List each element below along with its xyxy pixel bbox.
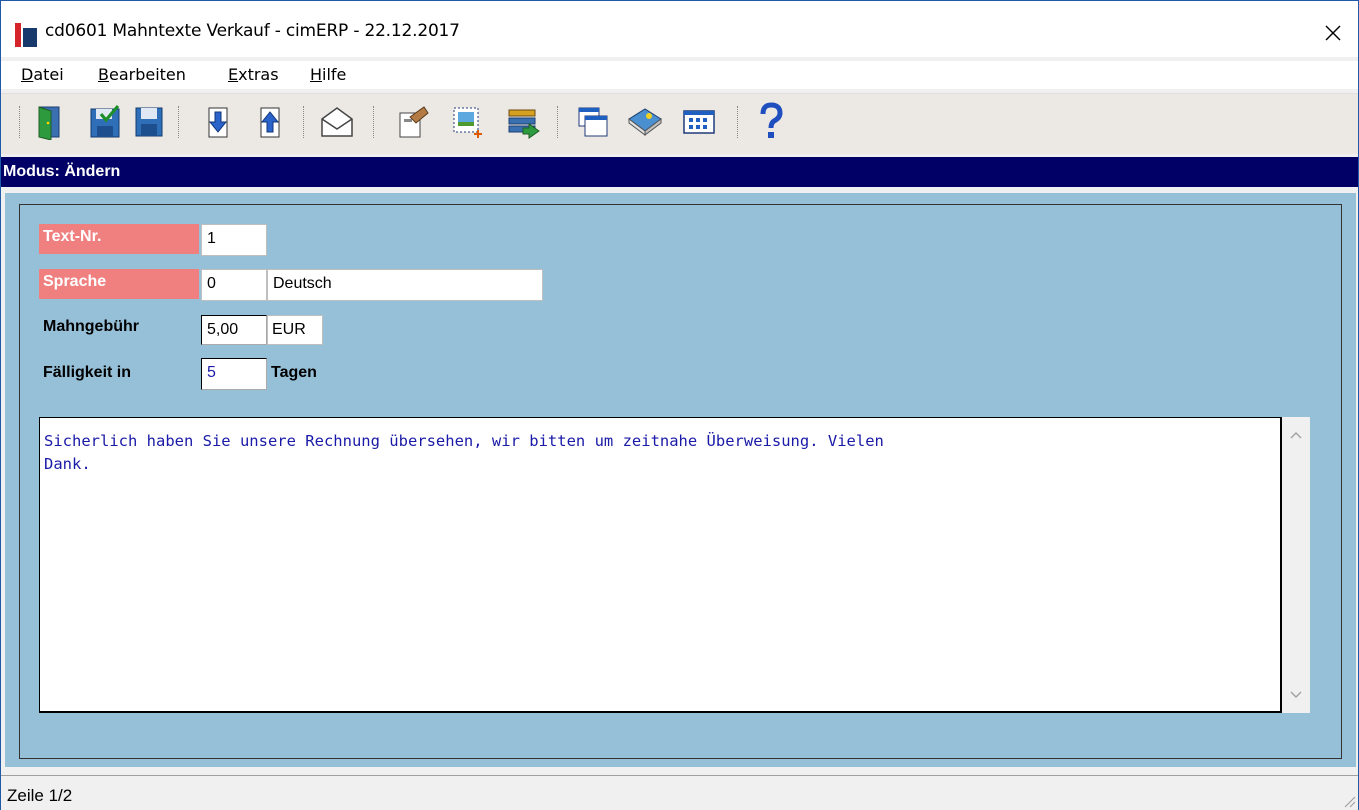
text-nr-field[interactable]: 1 xyxy=(201,224,267,256)
previous-record-icon xyxy=(260,107,280,138)
sprache-name-field: Deutsch xyxy=(267,269,543,301)
book-icon xyxy=(628,108,662,136)
close-button[interactable] xyxy=(1308,15,1358,51)
resize-grip-icon[interactable] xyxy=(1342,794,1356,808)
chevron-up-icon xyxy=(1290,432,1302,439)
sprache-label: Sprache xyxy=(39,269,199,299)
text-nr-label: Text-Nr. xyxy=(39,224,199,254)
edit-hand-icon xyxy=(399,106,429,138)
application-window: cd0601 Mahntexte Verkauf - cimERP - 22.1… xyxy=(0,0,1359,810)
faelligkeit-label: Fälligkeit in xyxy=(43,364,132,381)
transfer-icon xyxy=(508,109,540,139)
scroll-down-button[interactable] xyxy=(1288,689,1304,701)
status-line: Zeile 1/2 xyxy=(7,786,73,805)
transfer-button[interactable] xyxy=(505,102,541,142)
days-unit-label: Tagen xyxy=(271,364,317,381)
grid-icon xyxy=(683,110,715,134)
mail-icon xyxy=(321,107,353,137)
grid-button[interactable] xyxy=(681,102,717,142)
menu-hilfe[interactable]: Hilfe xyxy=(310,63,346,86)
app-logo-icon xyxy=(15,23,37,47)
save-icon xyxy=(135,107,163,137)
menu-datei[interactable]: Datei xyxy=(21,63,64,86)
menu-bar: Datei Bearbeiten Extras Hilfe xyxy=(1,61,1358,89)
mode-bar: Modus: Ändern xyxy=(1,157,1358,187)
previous-record-button[interactable] xyxy=(251,102,287,142)
save-confirm-icon xyxy=(90,104,120,138)
window-title: cd0601 Mahntexte Verkauf - cimERP - 22.1… xyxy=(45,21,460,41)
sprache-code-field[interactable]: 0 xyxy=(201,269,267,301)
reminder-text-area[interactable]: Sicherlich haben Sie unsere Rechnung übe… xyxy=(39,417,1282,713)
windows-icon xyxy=(578,107,608,137)
mahngebuehr-field[interactable]: 5,00 xyxy=(201,315,267,345)
menu-extras[interactable]: Extras xyxy=(228,63,279,86)
title-bar[interactable]: cd0601 Mahntexte Verkauf - cimERP - 22.1… xyxy=(1,1,1358,57)
close-icon xyxy=(1325,25,1341,41)
exit-button[interactable] xyxy=(31,102,67,142)
save-confirm-button[interactable] xyxy=(87,102,123,142)
windows-button[interactable] xyxy=(575,102,611,142)
help-icon xyxy=(760,102,783,138)
text-scrollbar[interactable] xyxy=(1282,417,1310,713)
faelligkeit-field[interactable]: 5 xyxy=(201,358,267,390)
chevron-down-icon xyxy=(1290,691,1302,698)
toolbar xyxy=(1,93,1358,154)
scroll-up-button[interactable] xyxy=(1288,429,1304,441)
book-button[interactable] xyxy=(627,102,663,142)
edit-button[interactable] xyxy=(395,102,431,142)
new-record-icon xyxy=(453,107,482,138)
currency-field: EUR xyxy=(267,315,323,345)
help-button[interactable] xyxy=(753,102,789,142)
status-bar: Zeile 1/2 xyxy=(1,775,1358,810)
save-button[interactable] xyxy=(131,102,167,142)
exit-door-icon xyxy=(38,106,60,140)
menu-bearbeiten[interactable]: Bearbeiten xyxy=(98,63,186,86)
new-record-button[interactable] xyxy=(449,102,485,142)
next-record-icon xyxy=(208,107,228,138)
mail-button[interactable] xyxy=(319,102,355,142)
next-record-button[interactable] xyxy=(199,102,235,142)
mahngebuehr-label: Mahngebühr xyxy=(43,318,139,335)
